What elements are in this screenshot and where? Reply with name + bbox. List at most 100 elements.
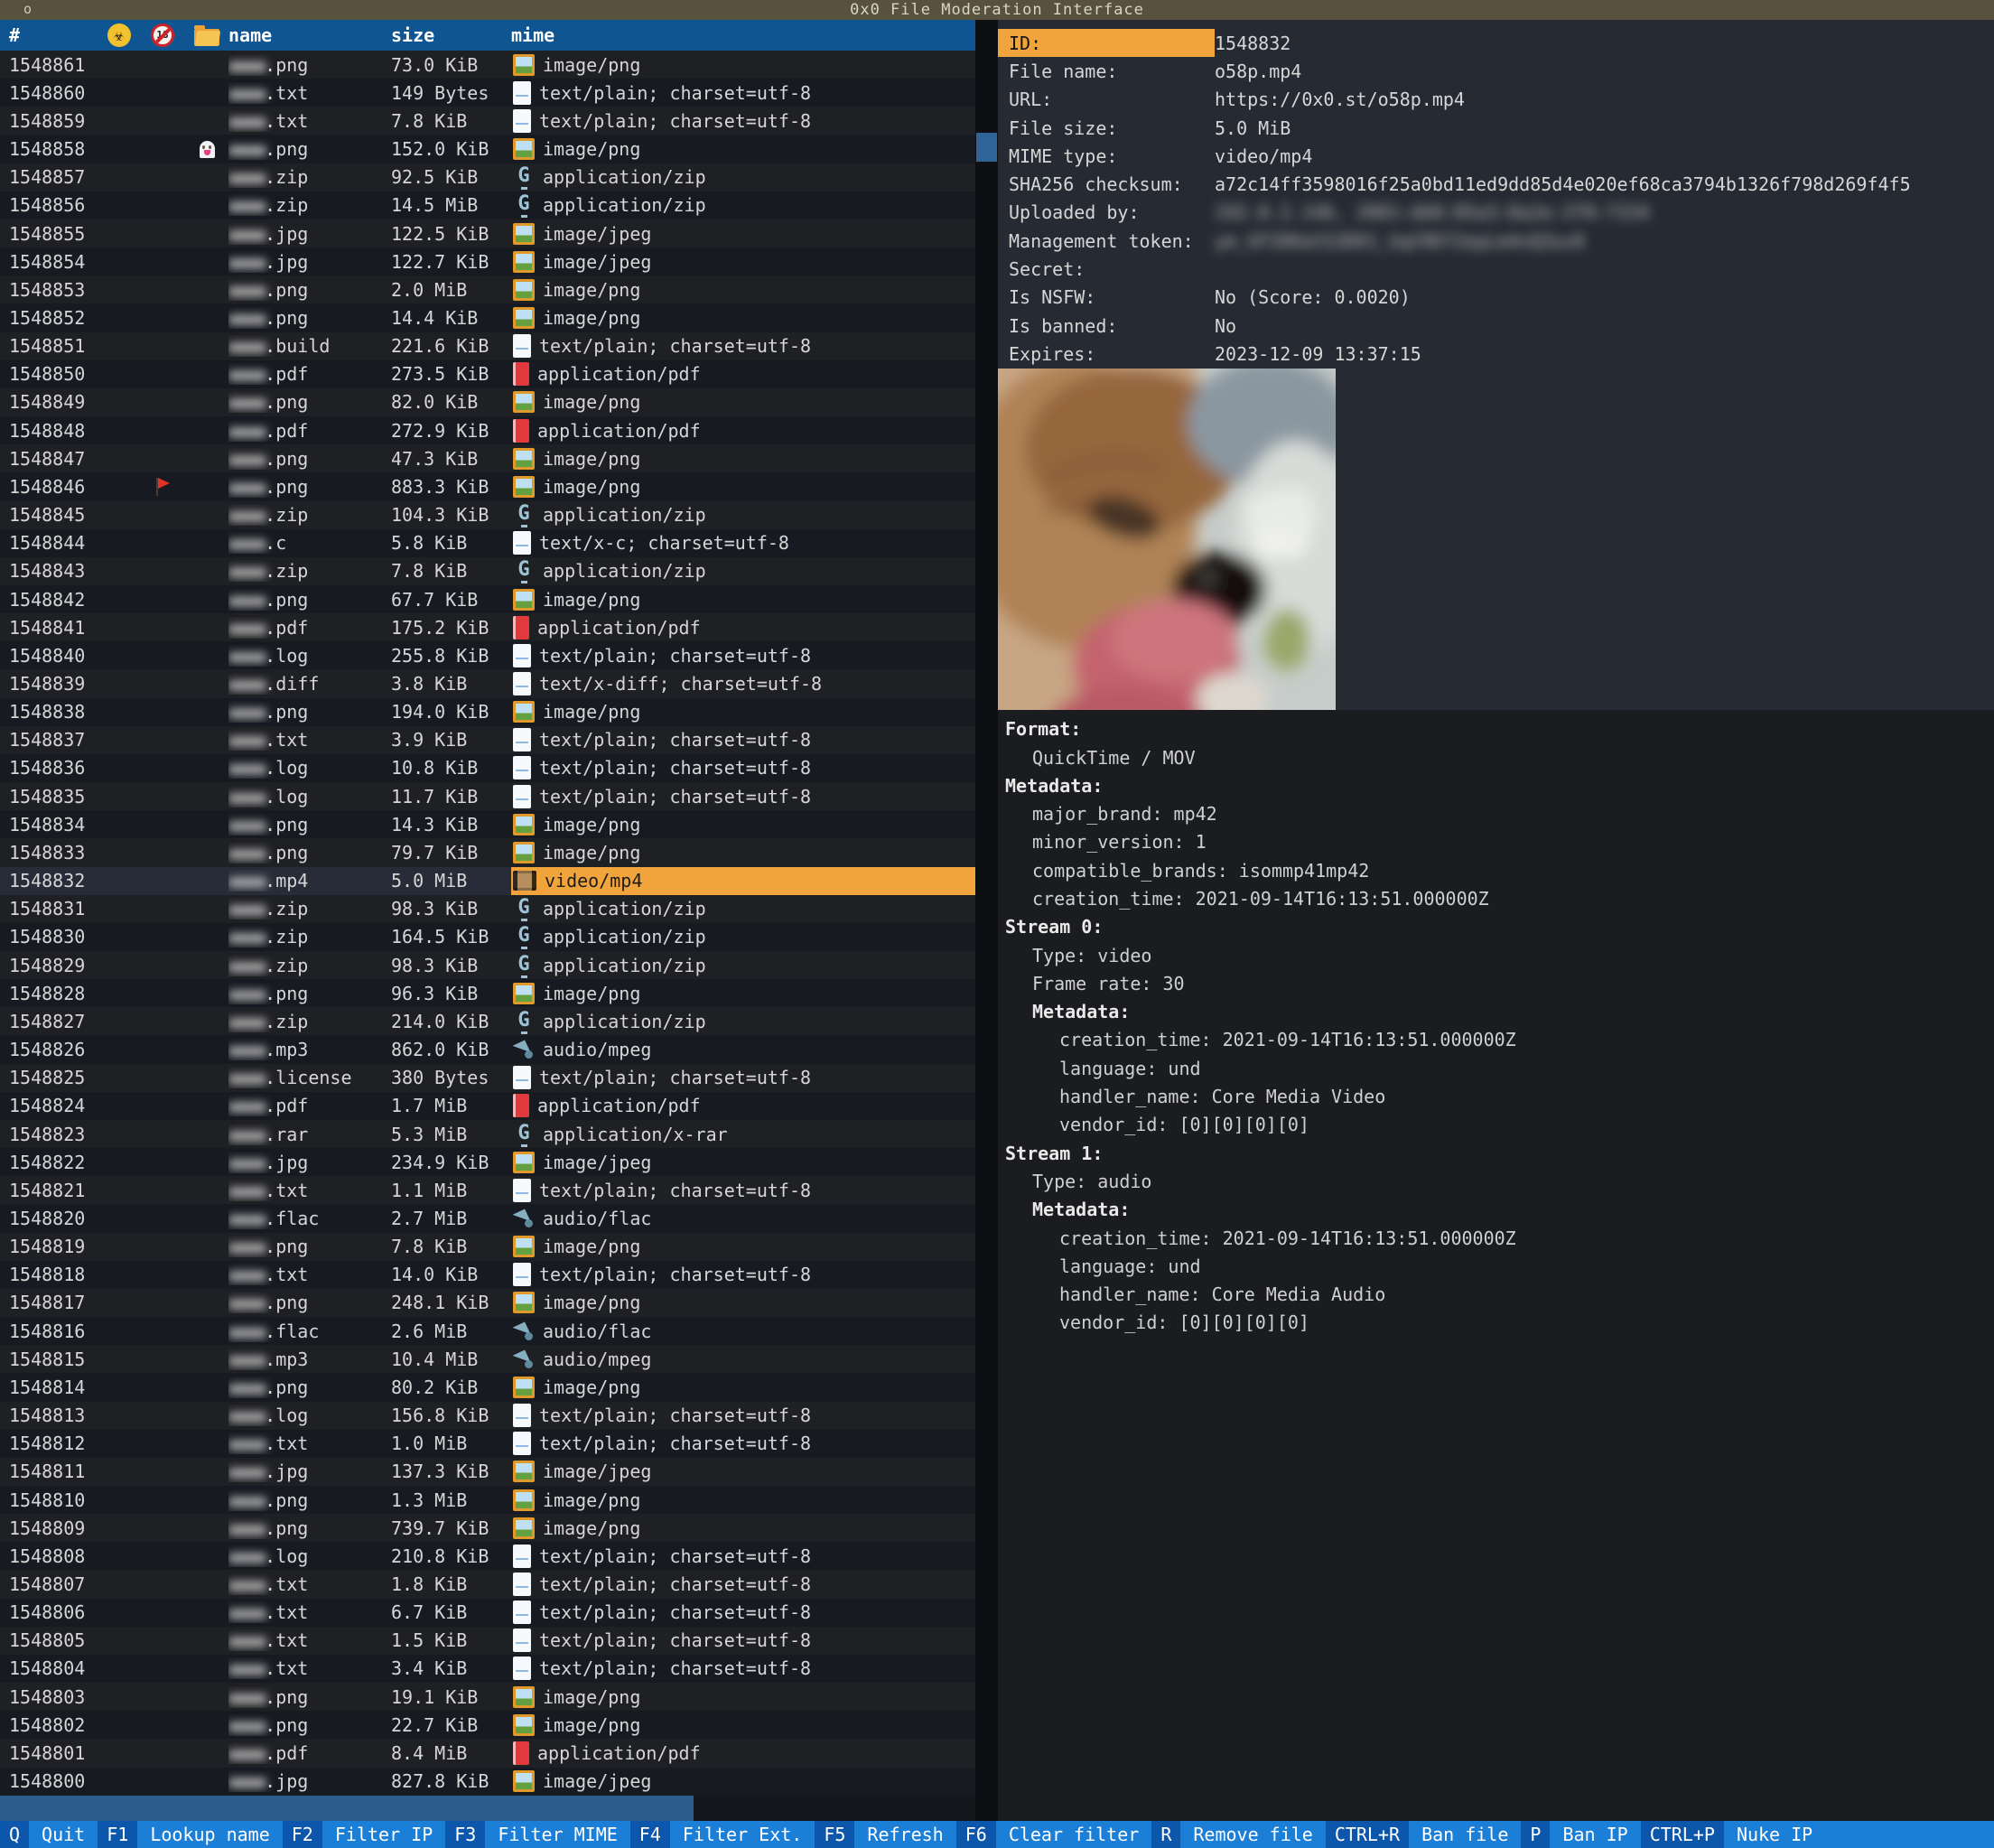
table-row[interactable]: 1548829 ●●●●.zip 98.3 KiB Gapplication/z… <box>0 951 975 979</box>
table-row[interactable]: 1548846 ●●●●.png 883.3 KiB image/png <box>0 472 975 500</box>
table-row[interactable]: 1548818 ●●●●.txt 14.0 KiB text/plain; ch… <box>0 1261 975 1289</box>
table-row[interactable]: 1548852 ●●●●.png 14.4 KiB image/png <box>0 303 975 331</box>
table-row[interactable]: 1548817 ●●●●.png 248.1 KiB image/png <box>0 1289 975 1317</box>
table-row[interactable]: 1548848 ●●●●.pdf 272.9 KiB application/p… <box>0 416 975 444</box>
table-row[interactable]: 1548837 ●●●●.txt 3.9 KiB text/plain; cha… <box>0 726 975 754</box>
detail-row: ID: 1548832 <box>998 29 1994 57</box>
table-row[interactable]: 1548844 ●●●●.c 5.8 KiB text/x-c; charset… <box>0 529 975 557</box>
mime-type-icon <box>513 251 535 273</box>
table-row[interactable]: 1548827 ●●●●.zip 214.0 KiB Gapplication/… <box>0 1007 975 1035</box>
format-info-line: creation_time: 2021-09-14T16:13:51.00000… <box>1005 1224 1994 1252</box>
table-row[interactable]: 1548838 ●●●●.png 194.0 KiB image/png <box>0 698 975 726</box>
fn-key[interactable]: F3 <box>445 1821 485 1848</box>
fn-action-button[interactable]: Lookup name <box>137 1821 282 1848</box>
table-row[interactable]: 1548824 ●●●●.pdf 1.7 MiB application/pdf <box>0 1092 975 1120</box>
file-size: 862.0 KiB <box>391 1039 511 1060</box>
table-row[interactable]: 1548841 ●●●●.pdf 175.2 KiB application/p… <box>0 613 975 641</box>
fn-key[interactable]: F2 <box>283 1821 322 1848</box>
table-row[interactable]: 1548821 ●●●●.txt 1.1 MiB text/plain; cha… <box>0 1176 975 1204</box>
fn-key[interactable]: CTRL+P <box>1641 1821 1724 1848</box>
fn-key[interactable]: F1 <box>98 1821 137 1848</box>
table-row[interactable]: 1548850 ●●●●.pdf 273.5 KiB application/p… <box>0 360 975 388</box>
table-row[interactable]: 1548810 ●●●●.png 1.3 MiB image/png <box>0 1486 975 1514</box>
table-row[interactable]: 1548826 ●●●●.mp3 862.0 KiB audio/mpeg <box>0 1035 975 1063</box>
table-row[interactable]: 1548820 ●●●●.flac 2.7 MiB audio/flac <box>0 1204 975 1232</box>
table-row[interactable]: 1548833 ●●●●.png 79.7 KiB image/png <box>0 838 975 866</box>
table-row[interactable]: 1548830 ●●●●.zip 164.5 KiB Gapplication/… <box>0 923 975 951</box>
table-row[interactable]: 1548807 ●●●●.txt 1.8 KiB text/plain; cha… <box>0 1570 975 1598</box>
file-size: 67.7 KiB <box>391 589 511 611</box>
table-row[interactable]: 1548861 ●●●●.png 73.0 KiB image/png <box>0 51 975 79</box>
fn-action-button[interactable]: Ban file <box>1409 1821 1521 1848</box>
table-row[interactable]: 1548836 ●●●●.log 10.8 KiB text/plain; ch… <box>0 754 975 782</box>
table-row[interactable]: 1548806 ●●●●.txt 6.7 KiB text/plain; cha… <box>0 1599 975 1627</box>
table-row[interactable]: 1548831 ●●●●.zip 98.3 KiB Gapplication/z… <box>0 895 975 923</box>
table-row[interactable]: 1548812 ●●●●.txt 1.0 MiB text/plain; cha… <box>0 1430 975 1458</box>
fn-action-button[interactable]: Quit <box>29 1821 98 1848</box>
table-row[interactable]: 1548828 ●●●●.png 96.3 KiB image/png <box>0 979 975 1007</box>
horizontal-scrollbar[interactable] <box>0 1796 975 1821</box>
fn-action-button[interactable]: Remove file <box>1180 1821 1325 1848</box>
file-id: 1548845 <box>0 504 98 526</box>
fn-action-button[interactable]: Filter MIME <box>485 1821 629 1848</box>
table-row[interactable]: 1548811 ●●●●.jpg 137.3 KiB image/jpeg <box>0 1458 975 1486</box>
table-row[interactable]: 1548815 ●●●●.mp3 10.4 MiB audio/mpeg <box>0 1345 975 1373</box>
table-row[interactable]: 1548805 ●●●●.txt 1.5 KiB text/plain; cha… <box>0 1627 975 1655</box>
file-size: 194.0 KiB <box>391 701 511 723</box>
table-row[interactable]: 1548800 ●●●●.jpg 827.8 KiB image/jpeg <box>0 1768 975 1796</box>
table-row[interactable]: 1548802 ●●●●.png 22.7 KiB image/png <box>0 1711 975 1739</box>
table-row[interactable]: 1548856 ●●●●.zip 14.5 MiB Gapplication/z… <box>0 191 975 219</box>
table-row[interactable]: 1548854 ●●●●.jpg 122.7 KiB image/jpeg <box>0 247 975 275</box>
file-name: ●●●●.zip <box>228 504 391 526</box>
fn-key[interactable]: R <box>1151 1821 1180 1848</box>
table-row[interactable]: 1548857 ●●●●.zip 92.5 KiB Gapplication/z… <box>0 163 975 191</box>
table-row[interactable]: 1548842 ●●●●.png 67.7 KiB image/png <box>0 585 975 613</box>
fn-key[interactable]: CTRL+R <box>1326 1821 1409 1848</box>
fn-action-button[interactable]: Nuke IP <box>1724 1821 1994 1848</box>
table-row[interactable]: 1548832 ●●●●.mp4 5.0 MiB video/mp4 <box>0 867 975 895</box>
fn-key[interactable]: Q <box>0 1821 29 1848</box>
table-row[interactable]: 1548814 ●●●●.png 80.2 KiB image/png <box>0 1373 975 1401</box>
table-row[interactable]: 1548843 ●●●●.zip 7.8 KiB Gapplication/zi… <box>0 557 975 585</box>
table-row[interactable]: 1548825 ●●●●.license 380 Bytes text/plai… <box>0 1064 975 1092</box>
file-extension: .txt <box>265 1573 308 1595</box>
table-row[interactable]: 1548808 ●●●●.log 210.8 KiB text/plain; c… <box>0 1542 975 1570</box>
table-row[interactable]: 1548834 ●●●●.png 14.3 KiB image/png <box>0 810 975 838</box>
table-row[interactable]: 1548839 ●●●●.diff 3.8 KiB text/x-diff; c… <box>0 669 975 697</box>
table-row[interactable]: 1548816 ●●●●.flac 2.6 MiB audio/flac <box>0 1317 975 1345</box>
table-row[interactable]: 1548822 ●●●●.jpg 234.9 KiB image/jpeg <box>0 1148 975 1176</box>
table-row[interactable]: 1548859 ●●●●.txt 7.8 KiB text/plain; cha… <box>0 107 975 135</box>
fn-action-button[interactable]: Refresh <box>854 1821 955 1848</box>
fn-key[interactable]: F5 <box>815 1821 854 1848</box>
table-row[interactable]: 1548803 ●●●●.png 19.1 KiB image/png <box>0 1683 975 1711</box>
table-row[interactable]: 1548855 ●●●●.jpg 122.5 KiB image/jpeg <box>0 219 975 247</box>
vertical-scrollbar[interactable] <box>975 20 998 1821</box>
table-row[interactable]: 1548823 ●●●●.rar 5.3 MiB Gapplication/x-… <box>0 1120 975 1148</box>
mime-type-icon: G <box>513 165 535 189</box>
table-row[interactable]: 1548849 ●●●●.png 82.0 KiB image/png <box>0 388 975 416</box>
table-row[interactable]: 1548804 ●●●●.txt 3.4 KiB text/plain; cha… <box>0 1655 975 1683</box>
table-row[interactable]: 1548858 ●●●●.png 152.0 KiB image/png <box>0 135 975 163</box>
fn-key[interactable]: F6 <box>956 1821 996 1848</box>
table-row[interactable]: 1548801 ●●●●.pdf 8.4 MiB application/pdf <box>0 1739 975 1767</box>
table-row[interactable]: 1548845 ●●●●.zip 104.3 KiB Gapplication/… <box>0 501 975 529</box>
fn-key[interactable]: P <box>1521 1821 1550 1848</box>
fn-action-button[interactable]: Ban IP <box>1550 1821 1640 1848</box>
table-row[interactable]: 1548809 ●●●●.png 739.7 KiB image/png <box>0 1514 975 1542</box>
table-row[interactable]: 1548860 ●●●●.txt 149 Bytes text/plain; c… <box>0 79 975 107</box>
table-row[interactable]: 1548819 ●●●●.png 7.8 KiB image/png <box>0 1233 975 1261</box>
vertical-scrollbar-thumb[interactable] <box>976 133 997 162</box>
fn-key[interactable]: F4 <box>630 1821 670 1848</box>
table-row[interactable]: 1548853 ●●●●.png 2.0 MiB image/png <box>0 275 975 303</box>
table-row[interactable]: 1548813 ●●●●.log 156.8 KiB text/plain; c… <box>0 1402 975 1430</box>
table-row[interactable]: 1548847 ●●●●.png 47.3 KiB image/png <box>0 444 975 472</box>
horizontal-scrollbar-thumb[interactable] <box>0 1796 694 1821</box>
fn-action-button[interactable]: Filter IP <box>322 1821 445 1848</box>
table-row[interactable]: 1548840 ●●●●.log 255.8 KiB text/plain; c… <box>0 641 975 669</box>
mime-type-icon <box>513 842 535 863</box>
table-row[interactable]: 1548835 ●●●●.log 11.7 KiB text/plain; ch… <box>0 782 975 810</box>
redacted-name: ●●●● <box>228 363 265 385</box>
fn-action-button[interactable]: Clear filter <box>996 1821 1152 1848</box>
table-row[interactable]: 1548851 ●●●●.build 221.6 KiB text/plain;… <box>0 332 975 360</box>
fn-action-button[interactable]: Filter Ext. <box>670 1821 815 1848</box>
